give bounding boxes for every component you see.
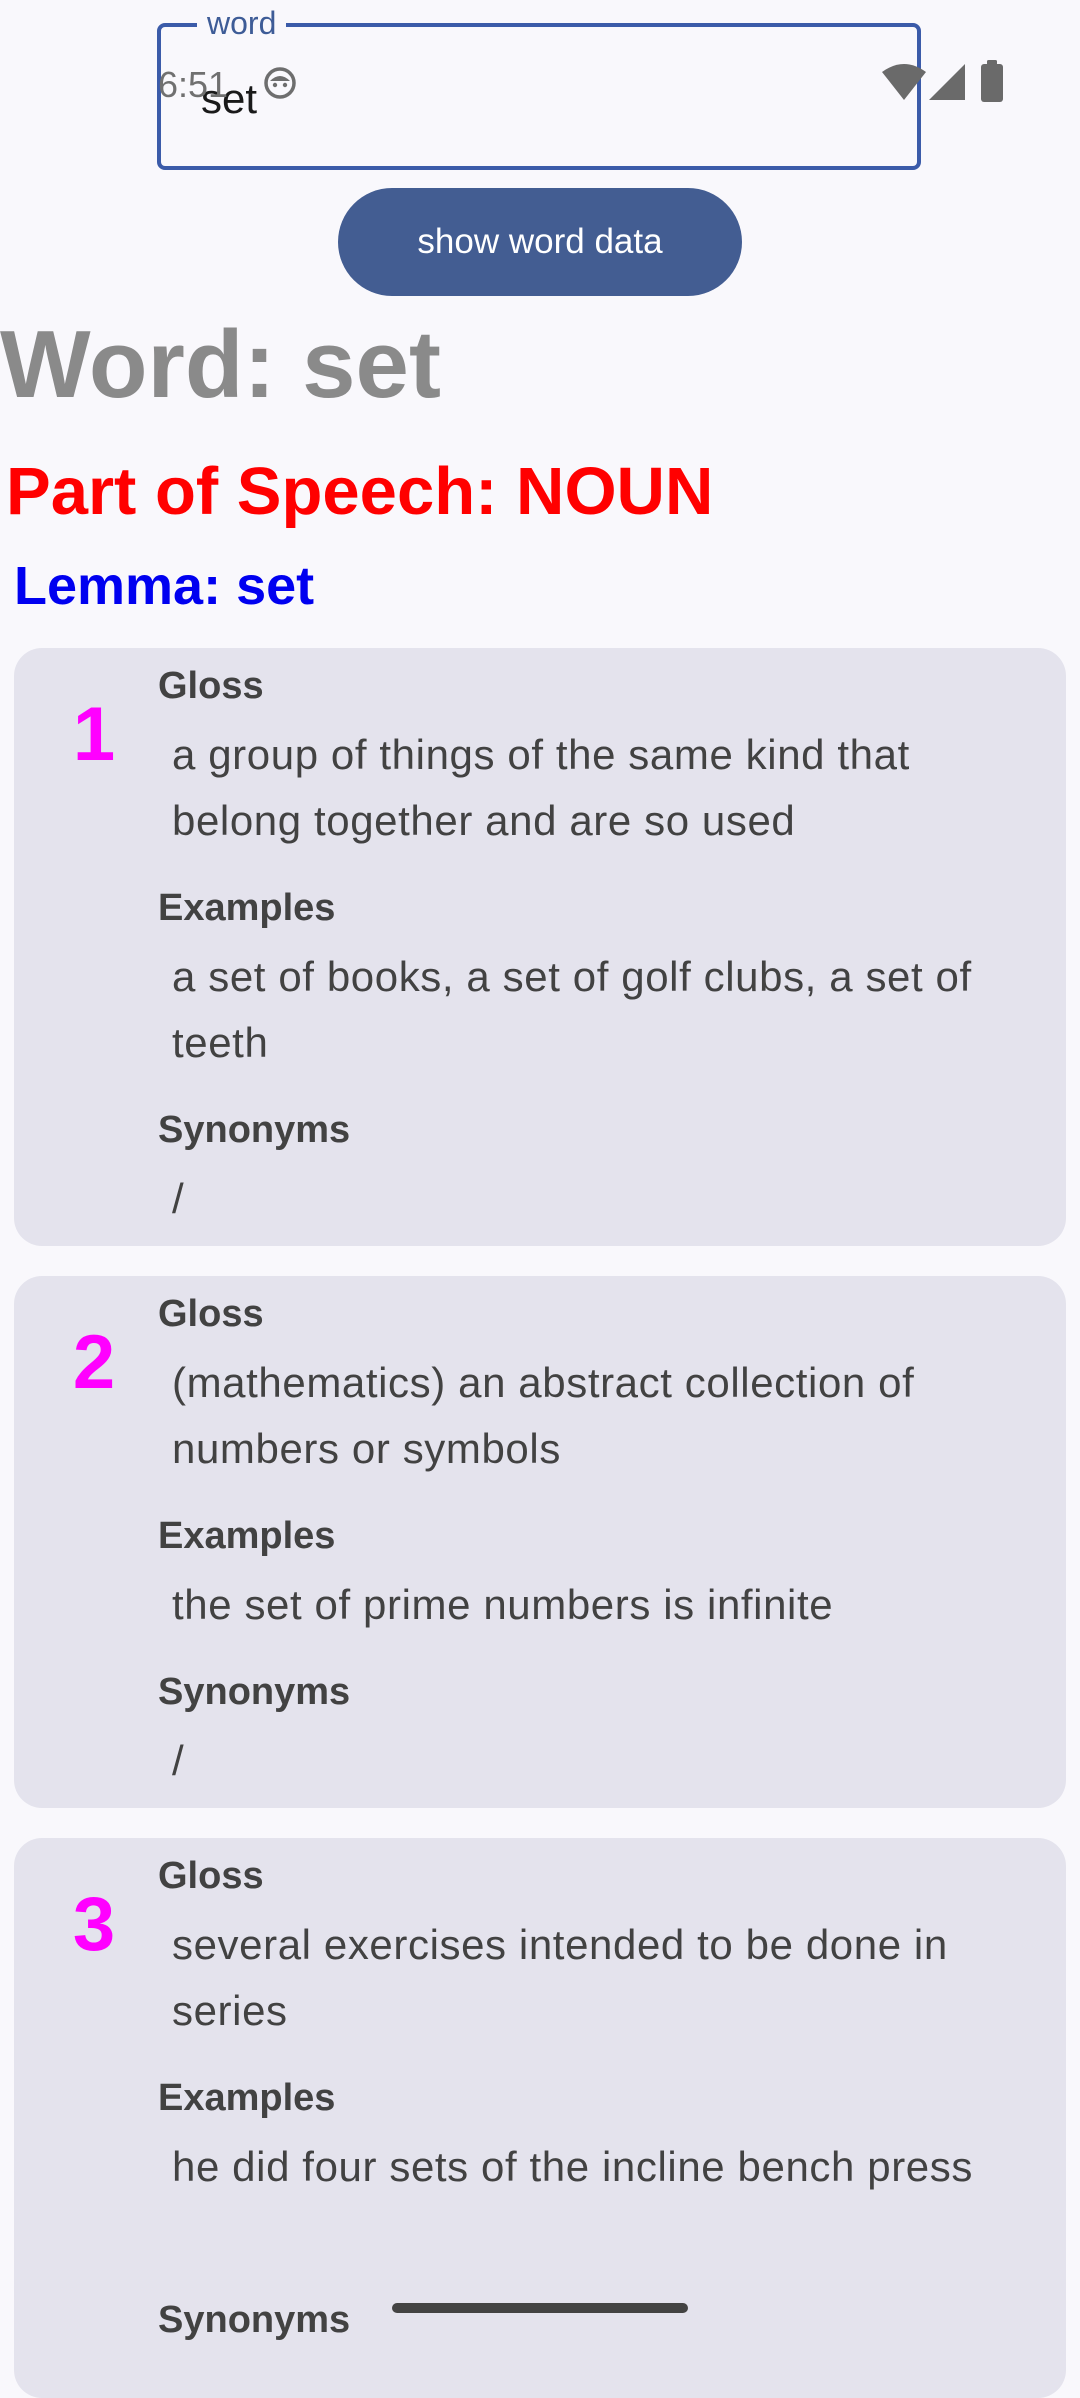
gloss-text: a group of things of the same kind that … <box>172 731 910 844</box>
gloss-label: Gloss <box>158 1293 264 1335</box>
gloss-text: several exercises intended to be done in… <box>172 1921 948 2034</box>
gloss-label: Gloss <box>158 665 264 707</box>
synonyms-label: Synonyms <box>158 2299 351 2341</box>
sense-card-3: 3 Gloss several exercises intended to be… <box>14 1838 1066 2398</box>
part-of-speech-header: Part of Speech: NOUN <box>6 454 714 529</box>
word-header: Word: set <box>0 311 441 418</box>
synonyms-label: Synonyms <box>158 1109 351 1151</box>
examples-label: Examples <box>158 887 336 929</box>
show-word-data-button[interactable]: show word data <box>338 188 742 296</box>
synonyms-text: / <box>172 1175 185 1222</box>
lemma-header: Lemma: set <box>14 556 315 616</box>
sense-number: 2 <box>72 1320 116 1405</box>
synonyms-label: Synonyms <box>158 1671 351 1713</box>
synonyms-text: / <box>172 1737 185 1784</box>
examples-text: a set of books, a set of golf clubs, a s… <box>172 953 972 1066</box>
word-input[interactable] <box>201 71 801 127</box>
sense-number: 1 <box>72 692 116 777</box>
gloss-label: Gloss <box>158 1855 264 1897</box>
examples-text: the set of prime numbers is infinite <box>172 1581 834 1628</box>
sense-card-2: 2 Gloss (mathematics) an abstract collec… <box>14 1276 1066 1808</box>
sense-number: 3 <box>72 1882 116 1967</box>
sense-card-1: 1 Gloss a group of things of the same ki… <box>14 648 1066 1246</box>
examples-label: Examples <box>158 2077 336 2119</box>
cellular-signal-icon <box>929 64 965 100</box>
gloss-text: (mathematics) an abstract collection of … <box>172 1359 915 1472</box>
examples-label: Examples <box>158 1515 336 1557</box>
word-field-label: word <box>197 5 287 41</box>
battery-icon <box>981 60 1003 102</box>
home-indicator[interactable] <box>392 2303 688 2313</box>
examples-text: he did four sets of the incline bench pr… <box>172 2143 973 2190</box>
word-text-field[interactable]: word <box>157 5 921 170</box>
